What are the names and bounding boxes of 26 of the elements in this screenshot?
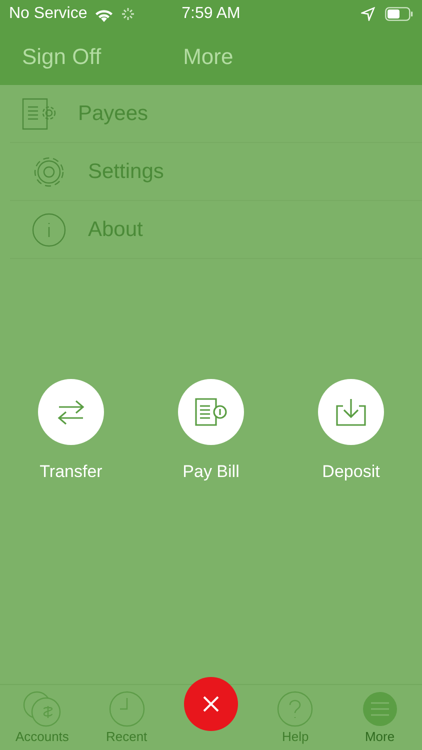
download-tray-icon <box>335 397 367 427</box>
tab-item[interactable]: Recent <box>92 685 162 750</box>
location-arrow-icon <box>361 7 375 21</box>
action-label: Deposit <box>322 461 380 483</box>
tab-item[interactable]: Accounts <box>7 685 78 750</box>
coins-icon <box>23 691 62 727</box>
clock-icon <box>108 691 145 727</box>
close-button[interactable] <box>184 677 238 731</box>
menu-icon <box>362 691 398 727</box>
sign-off-link[interactable]: Sign Off <box>22 40 102 73</box>
battery-icon <box>385 7 413 21</box>
close-icon <box>202 695 220 713</box>
action-label: Transfer <box>40 461 102 483</box>
carrier-text: No Service <box>9 4 88 24</box>
action-label: Pay Bill <box>182 461 240 483</box>
info-icon <box>32 212 66 246</box>
document-gear-icon <box>22 98 56 130</box>
tab-item[interactable]: Help <box>260 685 330 750</box>
transfer-arrows-icon <box>56 399 86 425</box>
bill-icon <box>194 397 228 427</box>
tab-item[interactable]: More <box>344 685 415 750</box>
nav-title: More <box>183 43 234 71</box>
loading-spinner-icon <box>121 7 136 21</box>
help-icon <box>277 691 314 727</box>
settings-icon <box>32 154 66 188</box>
time-text: 7:59 AM <box>182 5 240 22</box>
